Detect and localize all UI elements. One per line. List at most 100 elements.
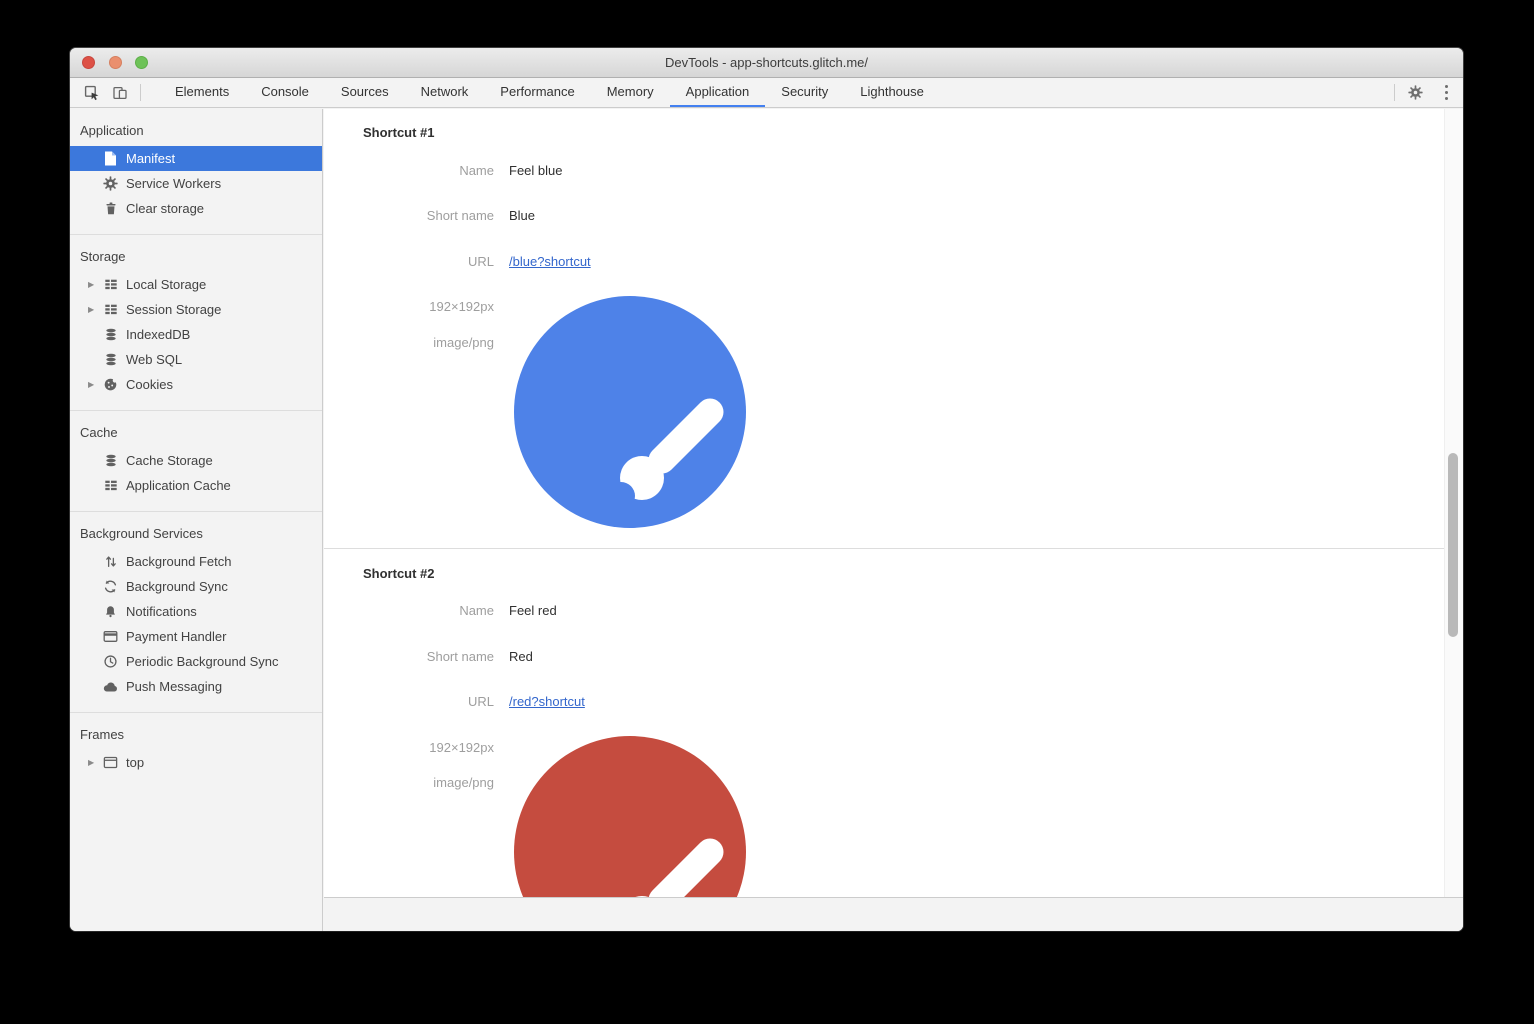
field-row-url: URL/red?shortcut [324, 694, 585, 709]
sidebar-item-label: Notifications [126, 604, 197, 619]
sidebar-item-local-storage[interactable]: ▶ Local Storage [70, 272, 322, 297]
database-icon [102, 327, 119, 343]
shortcut-icon-preview-red [514, 736, 746, 897]
field-row-name: Name Feel red [324, 603, 557, 618]
tab-performance[interactable]: Performance [484, 78, 590, 107]
shortcut-icon-preview-blue [514, 296, 746, 528]
sidebar-item-label: Web SQL [126, 352, 182, 367]
sidebar-item-label: top [126, 755, 144, 770]
section-divider [324, 548, 1444, 549]
sidebar-item-cookies[interactable]: ▶ Cookies [70, 372, 322, 397]
field-label: Short name [324, 208, 494, 223]
sidebar-item-label: IndexedDB [126, 327, 190, 342]
section-header: Application [70, 122, 322, 139]
section-header: Cache [70, 424, 322, 441]
sidebar-item-session-storage[interactable]: ▶ Session Storage [70, 297, 322, 322]
section-header: Frames [70, 726, 322, 743]
sidebar-item-push-messaging[interactable]: Push Messaging [70, 674, 322, 699]
field-row-short-name: Short name Red [324, 649, 533, 664]
field-row-mime: image/png [324, 335, 509, 350]
shortcut-section-title: Shortcut #2 [363, 566, 435, 581]
cloud-icon [102, 679, 119, 695]
panel-tabs: Elements Console Sources Network Perform… [159, 78, 940, 107]
table-icon [102, 478, 119, 494]
sidebar-item-label: Manifest [126, 151, 175, 166]
device-toolbar-icon[interactable] [106, 78, 134, 107]
section-frames: Frames ▶ top [70, 713, 322, 788]
field-label: URL [324, 694, 494, 709]
tab-network[interactable]: Network [405, 78, 485, 107]
frame-icon [102, 755, 119, 771]
expand-triangle-icon[interactable]: ▶ [88, 380, 102, 389]
sidebar-item-web-sql[interactable]: Web SQL [70, 347, 322, 372]
sidebar-item-background-fetch[interactable]: Background Fetch [70, 549, 322, 574]
sidebar-item-top-frame[interactable]: ▶ top [70, 750, 322, 775]
field-row-size: 192×192px [324, 740, 509, 755]
sidebar-item-label: Background Fetch [126, 554, 232, 569]
sidebar-item-manifest[interactable]: Manifest [70, 146, 322, 171]
vertical-scrollbar[interactable] [1444, 109, 1463, 897]
tab-memory[interactable]: Memory [591, 78, 670, 107]
field-row-size: 192×192px [324, 299, 509, 314]
toolbar-separator [1394, 84, 1395, 101]
sidebar-item-clear-storage[interactable]: Clear storage [70, 196, 322, 221]
expand-triangle-icon[interactable]: ▶ [88, 280, 102, 289]
field-label: Name [324, 603, 494, 618]
tab-elements[interactable]: Elements [159, 78, 245, 107]
sync-icon [102, 579, 119, 595]
manifest-panel: Shortcut #1 NameFeel blue Short nameBlue… [324, 109, 1463, 931]
sidebar-item-label: Session Storage [126, 302, 221, 317]
field-row-url: URL/blue?shortcut [324, 254, 591, 269]
sidebar-item-background-sync[interactable]: Background Sync [70, 574, 322, 599]
bell-icon [102, 604, 119, 620]
toolbar-separator [140, 84, 141, 101]
clock-icon [102, 654, 119, 670]
kebab-menu-icon[interactable] [1429, 78, 1463, 107]
icon-mime-label: image/png [324, 775, 494, 790]
sidebar-item-periodic-background-sync[interactable]: Periodic Background Sync [70, 649, 322, 674]
field-row-name: NameFeel blue [324, 163, 562, 178]
sidebar-item-label: Background Sync [126, 579, 228, 594]
tab-lighthouse[interactable]: Lighthouse [844, 78, 940, 107]
sidebar-item-label: Periodic Background Sync [126, 654, 278, 669]
application-sidebar: Application Manifest [70, 109, 323, 931]
field-row-short-name: Short nameBlue [324, 208, 535, 223]
expand-triangle-icon[interactable]: ▶ [88, 305, 102, 314]
expand-triangle-icon[interactable]: ▶ [88, 758, 102, 767]
shortcut-url-link[interactable]: /red?shortcut [509, 694, 585, 709]
trash-icon [102, 201, 119, 217]
shortcut-url-link[interactable]: /blue?shortcut [509, 254, 591, 269]
field-value: Red [509, 649, 533, 664]
sidebar-item-cache-storage[interactable]: Cache Storage [70, 448, 322, 473]
field-value: Feel red [509, 603, 557, 618]
settings-gear-icon[interactable] [1401, 78, 1429, 107]
tab-application[interactable]: Application [670, 78, 766, 107]
sidebar-item-label: Push Messaging [126, 679, 222, 694]
field-label: Short name [324, 649, 494, 664]
section-storage: Storage ▶ Local Storage ▶ [70, 235, 322, 411]
sidebar-item-notifications[interactable]: Notifications [70, 599, 322, 624]
field-label: URL [324, 254, 494, 269]
scrollbar-thumb[interactable] [1448, 453, 1458, 637]
tab-console[interactable]: Console [245, 78, 325, 107]
sidebar-item-label: Local Storage [126, 277, 206, 292]
section-application: Application Manifest [70, 109, 322, 235]
sidebar-item-service-workers[interactable]: Service Workers [70, 171, 322, 196]
card-icon [102, 629, 119, 645]
gear-icon [102, 176, 119, 192]
sidebar-item-payment-handler[interactable]: Payment Handler [70, 624, 322, 649]
up-down-arrows-icon [102, 554, 119, 570]
sidebar-item-indexeddb[interactable]: IndexedDB [70, 322, 322, 347]
shortcut-section-title: Shortcut #1 [363, 125, 435, 140]
sidebar-item-label: Payment Handler [126, 629, 226, 644]
tab-sources[interactable]: Sources [325, 78, 405, 107]
tab-security[interactable]: Security [765, 78, 844, 107]
icon-size-label: 192×192px [324, 740, 494, 755]
inspect-icon[interactable] [78, 78, 106, 107]
table-icon [102, 302, 119, 318]
icon-size-label: 192×192px [324, 299, 494, 314]
cookie-icon [102, 377, 119, 393]
sidebar-item-application-cache[interactable]: Application Cache [70, 473, 322, 498]
field-value: Feel blue [509, 163, 562, 178]
section-header: Storage [70, 248, 322, 265]
